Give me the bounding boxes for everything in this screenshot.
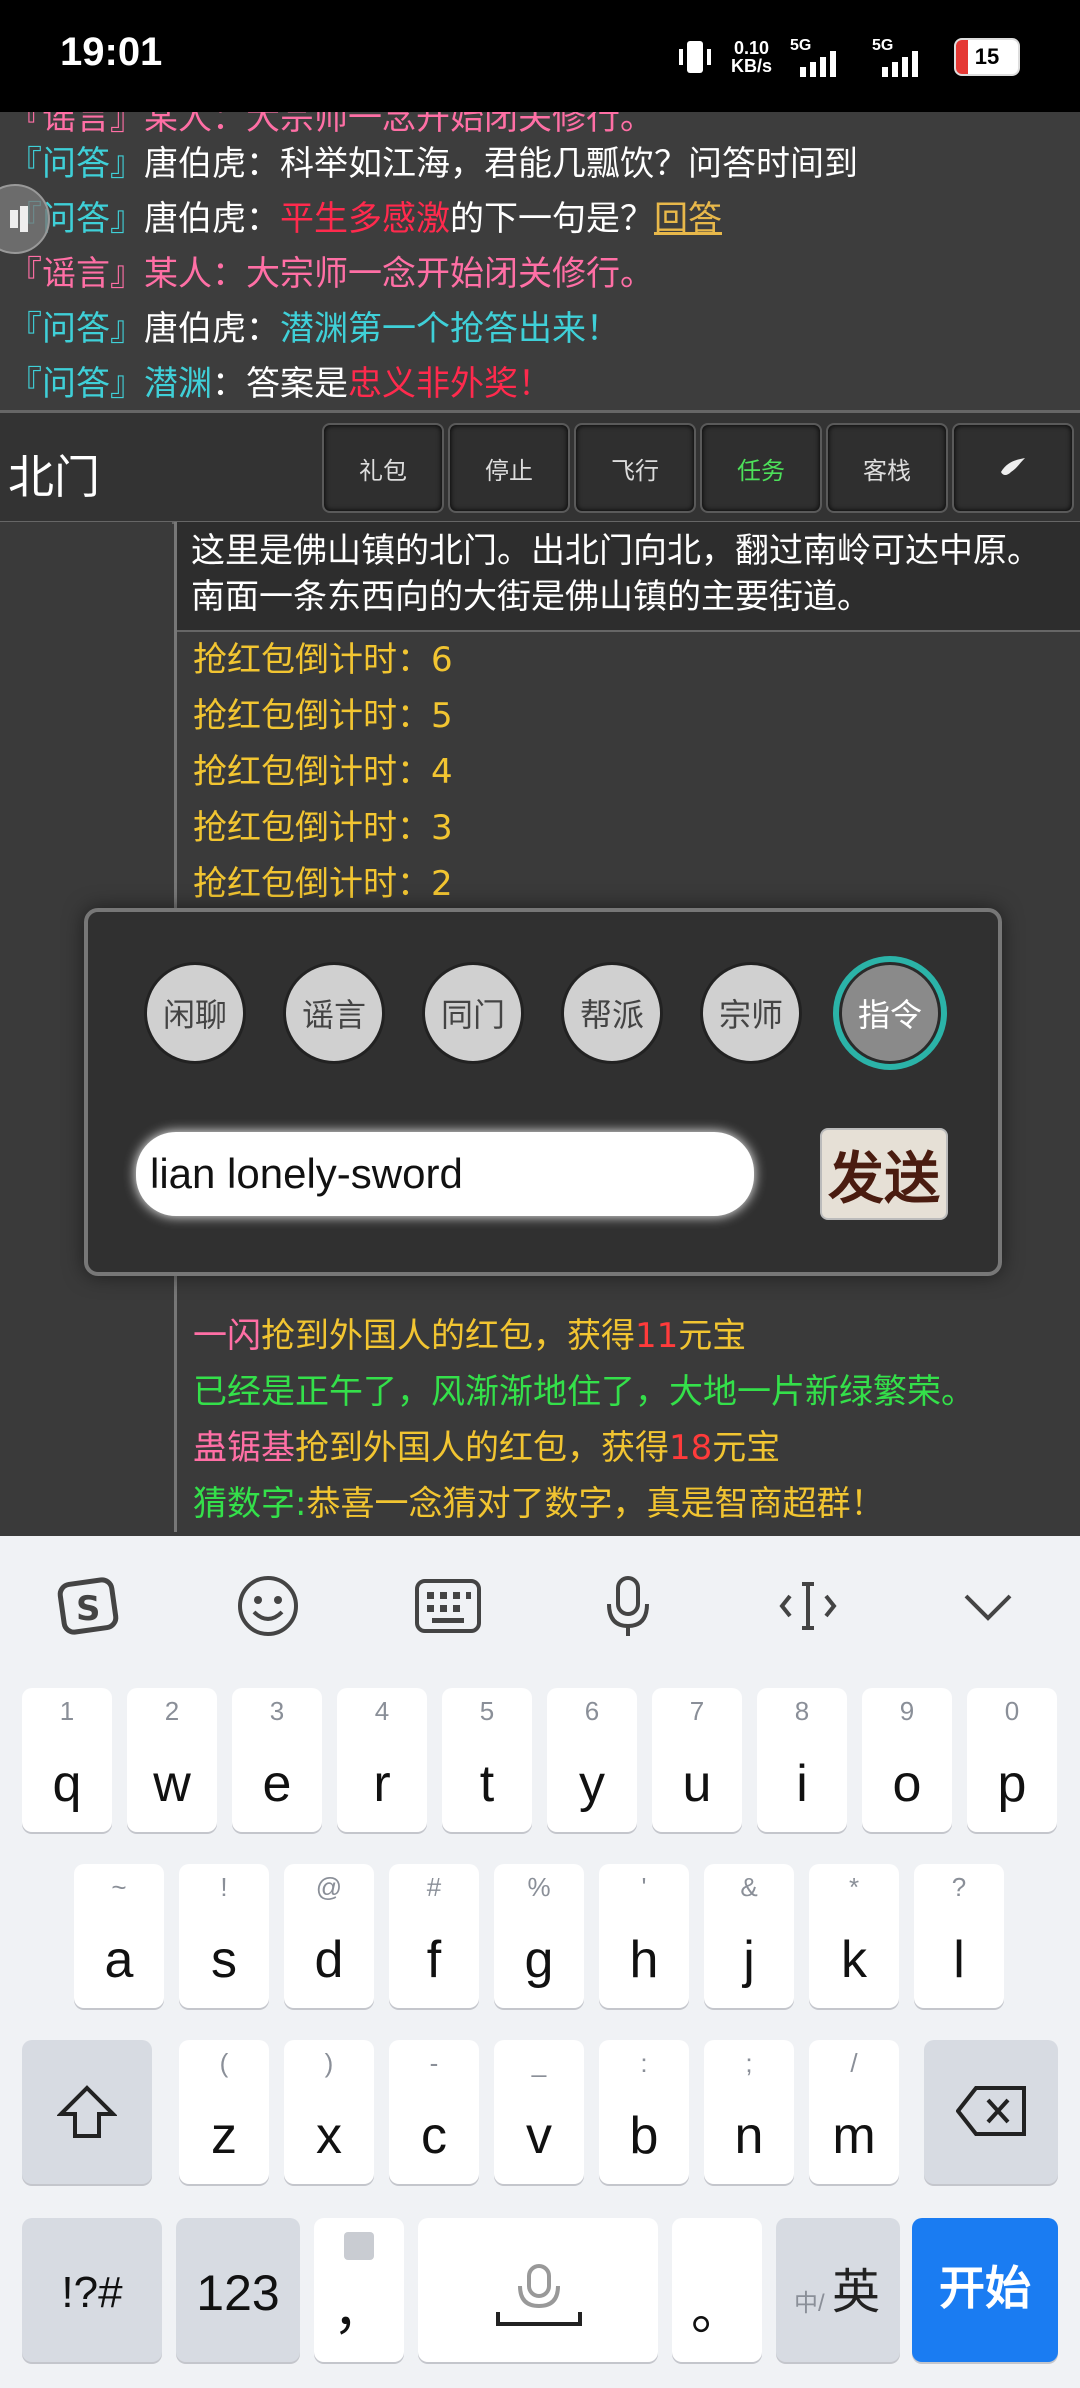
- key-o[interactable]: 9o: [862, 1688, 952, 1832]
- status-bar: 19:01 0.10 KB/s 5G 5G 15: [0, 0, 1080, 112]
- period-key[interactable]: 。: [672, 2218, 762, 2362]
- shift-icon: [57, 2085, 117, 2138]
- key-u[interactable]: 7u: [652, 1688, 742, 1832]
- message-line: 一闪抢到外国人的红包，获得11元宝: [193, 1316, 747, 1356]
- key-t[interactable]: 5t: [442, 1688, 532, 1832]
- symbols-key[interactable]: !?#: [22, 2218, 162, 2362]
- stop-button[interactable]: 停止: [448, 423, 570, 513]
- gift-button[interactable]: 礼包: [322, 423, 444, 513]
- emoji-icon[interactable]: [232, 1570, 304, 1642]
- fly-button[interactable]: 飞行: [574, 423, 696, 513]
- vibrate-icon: [677, 37, 713, 77]
- inn-button[interactable]: 客栈: [826, 423, 948, 513]
- message-line: 猜数字:恭喜一念猜对了数字，真是智商超群！: [193, 1484, 885, 1524]
- numbers-key[interactable]: 123: [176, 2218, 300, 2362]
- floating-speaker-icon[interactable]: [0, 184, 50, 254]
- key-a[interactable]: ~ a: [74, 1864, 164, 2008]
- key-v[interactable]: _ v: [494, 2040, 584, 2184]
- message-line: 已经是正午了，风渐渐地住了，大地一片新绿繁荣。: [193, 1372, 975, 1412]
- collapse-keyboard-icon[interactable]: [952, 1570, 1024, 1642]
- network-speed: 0.10 KB/s: [730, 38, 772, 76]
- chat-log[interactable]: 『谣言』某人：大宗师一念开始闭关修行。 『问答』唐伯虎：科举如江海，君能几瓢饮？…: [0, 112, 1080, 410]
- sogou-logo-icon[interactable]: S: [52, 1570, 124, 1642]
- room-description: 这里是佛山镇的北门。出北门向北，翻过南岭可达中原。南面一条东西向的大街是佛山镇的…: [177, 522, 1080, 632]
- key-y[interactable]: 6y: [547, 1688, 637, 1832]
- key-j[interactable]: & j: [704, 1864, 794, 2008]
- microphone-icon[interactable]: [592, 1570, 664, 1642]
- shift-key[interactable]: [22, 2040, 152, 2184]
- channel-chat-chip[interactable]: 闲聊: [144, 962, 246, 1064]
- task-button[interactable]: 任务: [700, 423, 822, 513]
- chat-input-dialog: 闲聊 谣言 同门 帮派 宗师 指令 发送: [84, 908, 1002, 1276]
- channel-master-chip[interactable]: 宗师: [700, 962, 802, 1064]
- message-line: 蛊锯基抢到外国人的红包，获得18元宝: [193, 1428, 781, 1468]
- chat-line-partial: 『谣言』某人：大宗师一念开始闭关修行。: [8, 112, 654, 138]
- command-input[interactable]: [136, 1132, 754, 1216]
- key-k[interactable]: * k: [809, 1864, 899, 2008]
- key-l[interactable]: ? l: [914, 1864, 1004, 2008]
- key-f[interactable]: # f: [389, 1864, 479, 2008]
- countdown-line: 抢红包倒计时：6: [193, 640, 453, 680]
- signal-sim1-icon: 5G: [790, 37, 854, 77]
- key-r[interactable]: 4r: [337, 1688, 427, 1832]
- key-b[interactable]: :b: [599, 2040, 689, 2184]
- soft-keyboard: S 1q 2w 3e 4r 5t 6y 7u 8i 9o 0p ~ a ! s @ d…: [0, 1536, 1080, 2388]
- chat-line: 『问答』唐伯虎：平生多感激的下一句是？回答: [8, 199, 722, 239]
- voice-space-icon: [496, 2264, 582, 2326]
- clock: 19:01: [60, 30, 163, 74]
- key-w[interactable]: 2w: [127, 1688, 217, 1832]
- space-key[interactable]: [418, 2218, 658, 2362]
- key-s[interactable]: ! s: [179, 1864, 269, 2008]
- key-p[interactable]: 0p: [967, 1688, 1057, 1832]
- key-m[interactable]: / m: [809, 2040, 899, 2184]
- emoji-shortcut-icon: [344, 2232, 374, 2260]
- room-title: 北门: [8, 450, 100, 504]
- signal-sim2-icon: 5G: [872, 37, 936, 77]
- countdown-line: 抢红包倒计时：3: [193, 808, 453, 848]
- channel-guild-chip[interactable]: 帮派: [561, 962, 663, 1064]
- key-d[interactable]: @ d: [284, 1864, 374, 2008]
- key-q[interactable]: 1q: [22, 1688, 112, 1832]
- key-c[interactable]: -c: [389, 2040, 479, 2184]
- battery-icon: 15: [954, 38, 1020, 76]
- channel-rumor-chip[interactable]: 谣言: [283, 962, 385, 1064]
- send-button[interactable]: 发送: [820, 1128, 948, 1220]
- cursor-move-icon[interactable]: [772, 1570, 844, 1642]
- key-g[interactable]: % g: [494, 1864, 584, 2008]
- status-icons: 0.10 KB/s 5G 5G 15: [677, 30, 1020, 84]
- chat-line: 『问答』潜渊：答案是忠义非外奖！: [8, 364, 552, 404]
- key-x[interactable]: ) x: [284, 2040, 374, 2184]
- key-i[interactable]: 8i: [757, 1688, 847, 1832]
- key-e[interactable]: 3e: [232, 1688, 322, 1832]
- comma-key[interactable]: ，: [314, 2218, 404, 2362]
- svg-text:S: S: [76, 1589, 101, 1629]
- go-key[interactable]: 开始: [912, 2218, 1058, 2362]
- dove-icon: [1001, 458, 1025, 475]
- countdown-line: 抢红包倒计时：2: [193, 864, 453, 904]
- chat-line: 『谣言』某人：大宗师一念开始闭关修行。: [8, 254, 654, 294]
- key-n[interactable]: ; n: [704, 2040, 794, 2184]
- key-h[interactable]: ' h: [599, 1864, 689, 2008]
- chat-line: 『问答』唐伯虎：潜渊第一个抢答出来！: [8, 309, 620, 349]
- backspace-key[interactable]: [924, 2040, 1058, 2184]
- key-z[interactable]: (z: [179, 2040, 269, 2184]
- room-toolbar: 北门 礼包 停止 飞行 任务 客栈: [0, 410, 1080, 524]
- keyboard-toolbar: S: [0, 1536, 1080, 1676]
- answer-link[interactable]: 回答: [654, 199, 722, 239]
- keyboard-layout-icon[interactable]: [412, 1570, 484, 1642]
- channel-command-chip[interactable]: 指令: [839, 962, 941, 1064]
- chat-line: 『问答』唐伯虎：科举如江海，君能几瓢饮？问答时间到: [8, 144, 858, 184]
- backspace-icon: [956, 2086, 1026, 2136]
- language-toggle-key[interactable]: 中/ 英: [776, 2218, 900, 2362]
- channel-sect-chip[interactable]: 同门: [422, 962, 524, 1064]
- countdown-line: 抢红包倒计时：4: [193, 752, 453, 792]
- pigeon-button[interactable]: [952, 423, 1074, 513]
- countdown-line: 抢红包倒计时：5: [193, 696, 453, 736]
